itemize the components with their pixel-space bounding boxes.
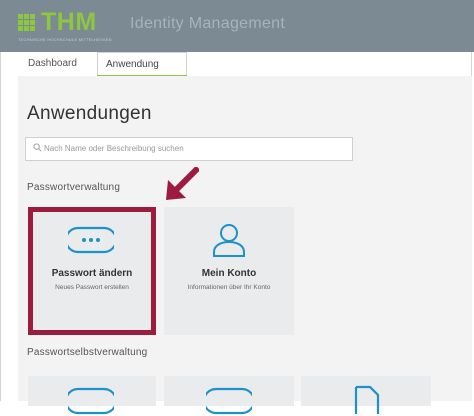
search-input[interactable]: Nach Name oder Beschreibung suchen [25, 137, 353, 161]
tile-selfservice-2[interactable] [164, 376, 294, 415]
tile-mein-konto[interactable]: Mein Konto Informationen über Ihr Konto [164, 207, 294, 335]
section-label-passwortselbstverwaltung: Passwortselbstverwaltung [27, 347, 148, 358]
chat-dots-icon [68, 387, 114, 415]
highlight-frame [28, 207, 156, 335]
logo-text: THM [41, 8, 97, 36]
tab-anwendung[interactable]: Anwendung [97, 52, 187, 77]
tab-dashboard[interactable]: Dashboard [28, 58, 77, 69]
tab-anwendung-label: Anwendung [106, 59, 159, 70]
page-title: Anwendungen [27, 103, 152, 124]
tile-selfservice-1[interactable] [28, 376, 156, 415]
tile-subtitle: Informationen über Ihr Konto [187, 284, 271, 291]
app-title: Identity Management [130, 15, 286, 32]
annotation-arrow-icon [166, 167, 199, 200]
chat-dots-icon [206, 387, 252, 415]
document-icon [354, 385, 380, 414]
user-icon [213, 224, 245, 257]
tile-selfservice-3[interactable] [301, 376, 431, 414]
search-icon [33, 143, 42, 152]
thm-logo-icon [18, 14, 36, 32]
app-header: THM TECHNISCHE HOCHSCHULE MITTELHESSEN I… [0, 0, 474, 52]
tile-title: Mein Konto [201, 268, 257, 279]
section-label-passwortverwaltung: Passwortverwaltung [27, 182, 121, 193]
search-placeholder: Nach Name oder Beschreibung suchen [44, 144, 184, 153]
logo-subtitle: TECHNISCHE HOCHSCHULE MITTELHESSEN [18, 37, 112, 42]
